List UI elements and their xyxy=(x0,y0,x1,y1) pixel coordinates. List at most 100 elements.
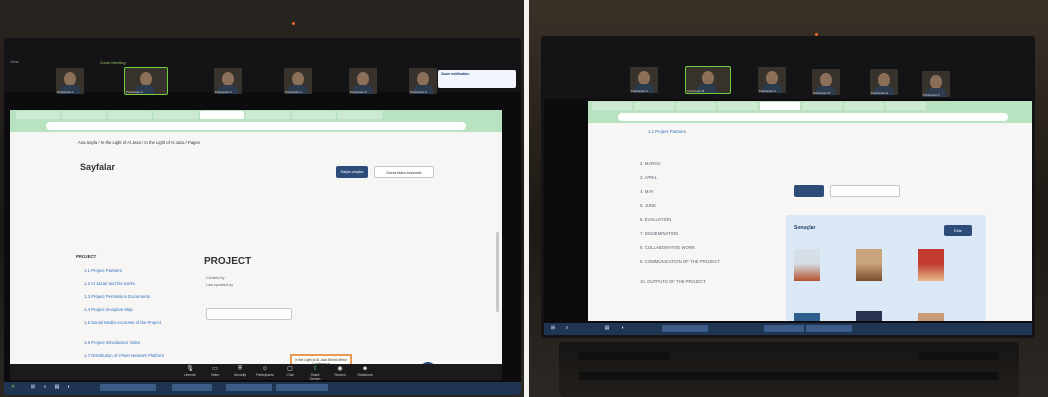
more-options-button[interactable]: Daha fazla seçenek xyxy=(374,166,434,178)
tree-item[interactable]: 1.3 Project Permission Documents xyxy=(84,294,150,299)
browser-tab[interactable] xyxy=(292,111,336,119)
left-photo: View Zoom Meeting Participant 1 Particip… xyxy=(0,0,524,397)
browser-tab[interactable] xyxy=(338,111,382,119)
tree-item[interactable]: 7. DISSEMINATION xyxy=(640,231,678,236)
mute-button[interactable]: 🎙 Unmute xyxy=(180,366,200,377)
participant-face xyxy=(222,72,234,86)
breadcrumb-item[interactable]: Pages xyxy=(188,140,200,145)
tree-item[interactable]: 1.1 Project Partners xyxy=(84,268,122,273)
tree-item[interactable]: 5. JUNE xyxy=(640,203,656,208)
tree-item[interactable]: 10. OUTPUTS OF THE PROJECT xyxy=(640,279,720,284)
browser-tab[interactable] xyxy=(844,102,884,110)
tree-item[interactable]: 1.5 Social Media Accounts of the Project xyxy=(84,320,174,325)
start-icon[interactable]: ⊞ xyxy=(30,384,36,390)
tree-item[interactable]: 1.7 Distribution of eTwin Network Platfo… xyxy=(84,353,174,358)
embedded-book-card[interactable]: In the Light of Al Jaza Bimini Mirror Co… xyxy=(290,354,352,364)
page-scrollbar[interactable] xyxy=(496,232,499,312)
book-cover[interactable] xyxy=(856,311,882,321)
record-button[interactable]: ◉ Record xyxy=(330,366,350,377)
search-icon[interactable]: ⌕ xyxy=(564,325,570,331)
taskbar-window[interactable] xyxy=(100,384,156,391)
participant-tile[interactable]: Participant 4 xyxy=(284,68,312,94)
tree-item[interactable]: 9. COMMUNICATION OF THE PROJECT xyxy=(640,259,720,264)
security-button[interactable]: ⛨ Security xyxy=(230,366,250,377)
create-page-button[interactable] xyxy=(794,185,824,197)
tree-item[interactable]: PROJECT xyxy=(76,254,96,259)
more-options-button[interactable] xyxy=(830,185,900,197)
browser-icon[interactable]: ◐ xyxy=(620,325,626,331)
tree-item[interactable]: 4. MAY xyxy=(640,189,654,194)
tree-item[interactable]: 1.1 Project Partners xyxy=(648,129,686,134)
participant-tile[interactable]: Participant 6 xyxy=(409,68,437,94)
zoom-view-menu[interactable]: View xyxy=(10,59,19,64)
share-screen-button[interactable]: ⇧ Share Screen xyxy=(305,366,325,381)
address-bar[interactable] xyxy=(46,122,466,130)
browser-tab[interactable] xyxy=(718,102,758,110)
browser-tab[interactable] xyxy=(246,111,290,119)
start-icon[interactable]: ⊞ xyxy=(550,325,556,331)
participant-tile[interactable]: Participant F xyxy=(922,71,950,97)
browser-tab[interactable] xyxy=(592,102,632,110)
breadcrumb-item[interactable]: In the Light of Al Jaza xyxy=(101,140,141,145)
book-cover[interactable] xyxy=(794,249,820,281)
browser-tab[interactable] xyxy=(62,111,106,119)
tree-item[interactable]: 1.6 Project Introduction Video xyxy=(84,340,140,345)
browser-tab-active[interactable] xyxy=(200,111,244,119)
participant-tile-active[interactable]: Participant 2 xyxy=(124,67,168,95)
browser-tab[interactable] xyxy=(634,102,674,110)
browser-tab[interactable] xyxy=(154,111,198,119)
browser-icon[interactable]: ◐ xyxy=(66,384,72,390)
weather-icon[interactable]: ☀ xyxy=(10,384,16,390)
participant-name: Participant 6 xyxy=(410,90,427,94)
participant-tile-active[interactable]: Participant B xyxy=(685,66,731,94)
page-action-button[interactable] xyxy=(206,308,292,320)
tree-item[interactable]: 3. APRIL xyxy=(640,175,657,180)
tree-item[interactable]: 1.4 Project Inception Map xyxy=(84,307,133,312)
taskbar-window[interactable] xyxy=(172,384,212,391)
chat-button[interactable]: ▢ Chat xyxy=(280,366,300,377)
browser-tab[interactable] xyxy=(676,102,716,110)
folder-icon[interactable]: ▤ xyxy=(604,325,610,331)
book-cover[interactable] xyxy=(856,249,882,281)
taskbar-window[interactable] xyxy=(764,325,804,332)
taskbar-window[interactable] xyxy=(226,384,272,391)
breadcrumb-item[interactable]: Ana Sayfa xyxy=(78,140,97,145)
browser-tab[interactable] xyxy=(16,111,60,119)
taskbar-window[interactable] xyxy=(662,325,708,332)
keyboard-key xyxy=(579,372,999,380)
listing-add-button[interactable]: Ekle xyxy=(944,225,972,236)
participant-name: Participant D xyxy=(813,91,831,95)
video-button[interactable]: ▭ Video xyxy=(205,366,225,377)
breadcrumb-item[interactable]: In the Light of Al Jaza xyxy=(144,140,184,145)
participant-tile[interactable]: Participant D xyxy=(812,69,840,95)
taskbar-window[interactable] xyxy=(806,325,852,332)
browser-tab[interactable] xyxy=(886,102,926,110)
book-listing-panel: Sonuçlar Ekle xyxy=(786,215,986,321)
zoom-gallery-strip: View Zoom Meeting Participant 1 Particip… xyxy=(4,38,521,95)
participants-button[interactable]: ☺ Participants xyxy=(255,366,275,377)
browser-tab-active[interactable] xyxy=(760,102,800,110)
taskbar-window[interactable] xyxy=(276,384,328,391)
browser-tab[interactable] xyxy=(108,111,152,119)
book-cover[interactable] xyxy=(918,313,944,321)
tree-item[interactable]: 1.2 Al Jazari and his works xyxy=(84,281,135,286)
tree-item[interactable]: 2. MARCH xyxy=(640,161,661,166)
participant-tile[interactable]: Participant C xyxy=(758,67,786,93)
participant-tile[interactable]: Participant 1 xyxy=(56,68,84,94)
participant-tile[interactable]: Participant 3 xyxy=(214,68,242,94)
zoom-notification[interactable]: Zoom notification xyxy=(438,70,516,88)
participant-tile[interactable]: Participant 5 xyxy=(349,68,377,94)
book-cover[interactable] xyxy=(918,249,944,281)
participant-tile[interactable]: Participant E xyxy=(870,69,898,95)
participant-tile[interactable]: Participant A xyxy=(630,67,658,93)
book-cover[interactable] xyxy=(794,313,820,321)
folder-icon[interactable]: ▤ xyxy=(54,384,60,390)
participant-face xyxy=(702,71,714,85)
address-bar[interactable] xyxy=(618,113,1008,121)
search-icon[interactable]: ⌕ xyxy=(42,384,48,390)
tree-item[interactable]: 6. EVALUATION xyxy=(640,217,671,222)
tree-item[interactable]: 8. COLLABORATIVE WORK xyxy=(640,245,695,250)
browser-tab[interactable] xyxy=(802,102,842,110)
reactions-button[interactable]: ☻ Reactions xyxy=(355,366,375,377)
create-page-button[interactable]: Sayfa oluştur xyxy=(336,166,368,178)
